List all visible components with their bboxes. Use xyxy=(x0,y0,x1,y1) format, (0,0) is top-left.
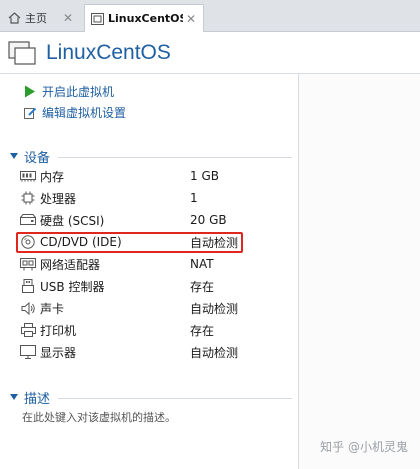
device-row-network-adapter[interactable]: 网络适配器 NAT xyxy=(20,254,290,274)
device-row-processor[interactable]: 处理器 1 xyxy=(20,188,290,208)
tab-linuxcentos-label: LinuxCentOS xyxy=(108,12,183,25)
device-name: 硬盘 (SCSI) xyxy=(40,213,105,228)
close-icon[interactable]: ✕ xyxy=(183,12,199,26)
usb-icon xyxy=(20,279,36,293)
device-value: 自动检测 xyxy=(190,301,239,316)
vm-header: LinuxCentOS xyxy=(0,32,420,74)
vm-tab-icon xyxy=(91,12,104,25)
device-value: 1 xyxy=(190,191,198,205)
device-value: 存在 xyxy=(190,279,215,294)
device-name: 处理器 xyxy=(40,191,77,206)
tab-strip: 主页 ✕ LinuxCentOS ✕ xyxy=(0,0,420,32)
device-name: USB 控制器 xyxy=(40,279,105,294)
play-icon xyxy=(24,85,40,98)
device-row-memory[interactable]: 内存 1 GB xyxy=(20,166,290,186)
tab-home-label: 主页 xyxy=(25,12,47,25)
tab-linuxcentos[interactable]: LinuxCentOS ✕ xyxy=(84,4,204,32)
processor-icon xyxy=(20,191,36,205)
device-name: 显示器 xyxy=(40,345,77,360)
device-value: NAT xyxy=(190,257,214,271)
cd-dvd-icon xyxy=(20,235,36,249)
device-value: 20 GB xyxy=(190,213,227,227)
right-pane xyxy=(298,74,420,469)
tab-home[interactable]: 主页 ✕ xyxy=(2,4,80,32)
device-value: 自动检测 xyxy=(190,345,239,360)
device-row-sound-card[interactable]: 声卡 自动检测 xyxy=(20,298,290,318)
power-on-vm-label: 开启此虚拟机 xyxy=(42,84,115,99)
device-name: 打印机 xyxy=(40,323,77,338)
section-divider xyxy=(58,157,292,158)
collapse-triangle-icon xyxy=(10,153,18,159)
device-row-display[interactable]: 显示器 自动检测 xyxy=(20,342,290,362)
watermark: 知乎 @小机灵鬼 xyxy=(320,440,408,454)
description-field[interactable]: 在此处键入对该虚拟机的描述。 xyxy=(22,409,176,425)
home-icon xyxy=(8,12,21,24)
device-value: 1 GB xyxy=(190,169,219,183)
sound-card-icon xyxy=(20,301,36,315)
network-adapter-icon xyxy=(20,257,36,271)
close-icon[interactable]: ✕ xyxy=(60,11,76,25)
printer-icon xyxy=(20,323,36,337)
devices-section-title: 设备 xyxy=(24,150,51,166)
device-row-hard-disk[interactable]: 硬盘 (SCSI) 20 GB xyxy=(20,210,290,230)
devices-section-header[interactable]: 设备 xyxy=(10,147,51,166)
memory-icon xyxy=(20,169,36,183)
description-section-title: 描述 xyxy=(24,391,51,407)
device-name: 网络适配器 xyxy=(40,257,101,272)
edit-settings-icon xyxy=(24,106,40,119)
page-title: LinuxCentOS xyxy=(46,40,171,64)
display-icon xyxy=(20,345,36,359)
device-value: 自动检测 xyxy=(190,235,239,250)
edit-vm-settings-link[interactable]: 编辑虚拟机设置 xyxy=(24,103,126,121)
edit-vm-settings-label: 编辑虚拟机设置 xyxy=(42,105,127,120)
device-name: 声卡 xyxy=(40,301,65,316)
hard-disk-icon xyxy=(20,213,36,227)
vm-icon xyxy=(8,40,36,65)
device-name: CD/DVD (IDE) xyxy=(40,235,122,249)
device-row-cd-dvd[interactable]: CD/DVD (IDE) 自动检测 xyxy=(20,232,290,252)
device-value: 存在 xyxy=(190,323,215,338)
section-divider xyxy=(58,398,292,399)
collapse-triangle-icon xyxy=(10,394,18,400)
power-on-vm-link[interactable]: 开启此虚拟机 xyxy=(24,82,114,100)
device-name: 内存 xyxy=(40,169,65,184)
device-row-printer[interactable]: 打印机 存在 xyxy=(20,320,290,340)
description-section-header[interactable]: 描述 xyxy=(10,388,51,407)
device-row-usb-controller[interactable]: USB 控制器 存在 xyxy=(20,276,290,296)
